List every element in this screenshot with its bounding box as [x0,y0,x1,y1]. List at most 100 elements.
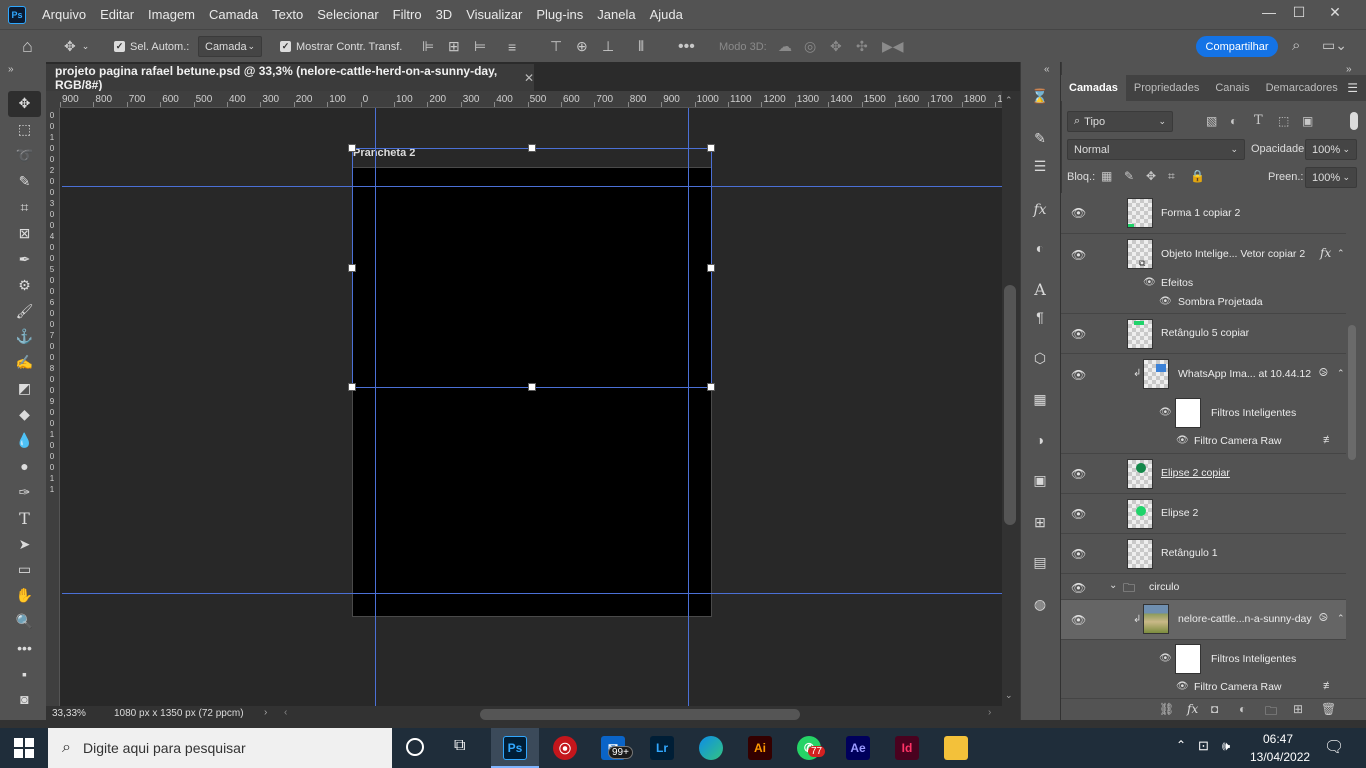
navigator-icon[interactable]: ⊞ [1030,512,1050,532]
smart-object-link-icon[interactable]: ⧁ [1319,612,1328,625]
menu-selecionar[interactable]: Selecionar [310,0,385,29]
eye-icon[interactable]: 👁 [1159,407,1172,418]
document-tab[interactable]: projeto pagina rafael betune.psd @ 33,3%… [46,64,534,92]
menu-filtro[interactable]: Filtro [386,0,429,29]
transform-handle[interactable] [707,144,715,152]
more-options-icon[interactable]: ••• [678,30,695,63]
dodge-tool-icon[interactable]: ● [8,453,41,479]
fill-field[interactable]: 100% ⌄ [1305,167,1357,188]
eye-icon[interactable]: 👁 [1071,368,1086,382]
home-icon[interactable]: ⌂ [22,30,33,63]
tab-demarcadores[interactable]: Demarcadores [1258,75,1346,101]
layer-group-row[interactable]: 👁 ⌄ 🗀 circulo [1061,574,1346,600]
menu-arquivo[interactable]: Arquivo [35,0,93,29]
filter-adjustment-icon[interactable]: ◐ [1230,114,1237,128]
eye-icon[interactable]: 👁 [1071,467,1086,481]
zoom-tool-icon[interactable]: 🔍 [8,609,41,635]
lock-position-icon[interactable]: ✥ [1146,169,1156,183]
3d-scale-icon[interactable]: ▶◀ [882,30,904,63]
layer-row[interactable]: 👁 Forma 1 copiar 2 [1061,193,1346,234]
collapse-arrows-icon[interactable]: » [1346,64,1352,75]
stamp-tool-icon[interactable]: ⚓ [8,324,41,350]
filter-shape-icon[interactable]: ⬚ [1278,114,1289,128]
character-icon[interactable]: A [1030,279,1050,299]
libraries-icon[interactable]: ▣ [1030,470,1050,490]
camera-raw-filter[interactable]: Filtro Camera Raw [1194,681,1282,693]
panel-menu-icon[interactable]: ☰ [1347,81,1358,95]
layer-row-selected[interactable]: 👁 ↲ nelore-cattle...n-a-sunny-day ⧁ ⌃ [1061,600,1346,640]
delete-layer-icon[interactable]: 🗑 [1321,702,1336,716]
windows-start-icon[interactable] [14,738,34,758]
eye-icon[interactable]: 👁 [1071,206,1086,220]
color-icon[interactable]: ◑ [1030,430,1050,450]
align-left-icon[interactable]: ⊫ [422,30,434,63]
layer-effects-icon[interactable]: fx [1320,246,1331,260]
transform-handle[interactable] [348,264,356,272]
scroll-right-icon[interactable]: › [988,707,991,718]
taskbar-app-icon[interactable]: ⦿ [553,736,577,760]
transform-handle[interactable] [707,383,715,391]
frame-tool-icon[interactable]: ⊠ [8,220,41,246]
more-tools-icon[interactable]: ••• [8,635,41,661]
taskbar-file-explorer[interactable] [944,736,968,760]
layer-name[interactable]: Objeto Intelige... Vetor copiar 2 [1161,248,1305,260]
eye-icon[interactable]: 👁 [1071,248,1086,262]
layer-name[interactable]: nelore-cattle...n-a-sunny-day [1178,613,1312,625]
eye-icon[interactable]: 👁 [1176,435,1189,446]
layer-row[interactable]: 👁 Retângulo 1 [1061,534,1346,574]
add-style-icon[interactable]: fx [1187,702,1198,716]
workspace-icon[interactable]: ▭⌄ [1322,37,1347,54]
lock-all-icon[interactable]: 🔒 [1190,169,1205,183]
brush-tool-icon[interactable]: 🖌 [8,298,41,324]
lock-pixels-icon[interactable]: ✎ [1124,169,1134,183]
taskbar-search[interactable]: ⌕ Digite aqui para pesquisar [48,728,392,768]
guide-horizontal[interactable] [62,186,1002,187]
auto-select-dropdown[interactable]: Camada ⌄ [198,36,262,57]
tray-chevron-up-icon[interactable]: ⌃ [1176,738,1186,752]
menu-imagem[interactable]: Imagem [141,0,202,29]
effect-drop-shadow[interactable]: Sombra Projetada [1178,296,1263,308]
menu-plugins[interactable]: Plug-ins [529,0,590,29]
notifications-icon[interactable]: 🗨 [1324,737,1344,757]
chevron-up-icon[interactable]: ⌃ [1337,248,1345,259]
transform-handle[interactable] [707,264,715,272]
layer-name[interactable]: Retângulo 1 [1161,547,1218,559]
menu-janela[interactable]: Janela [590,0,642,29]
minimize-button[interactable]: — [1252,0,1286,24]
volume-icon[interactable]: 🕪 [1222,738,1230,754]
task-view-icon[interactable]: ⧉ [454,737,465,755]
distribute-icon[interactable]: ≡ [508,30,516,63]
horizontal-scroll-thumb[interactable] [480,709,800,720]
table-icon[interactable]: ▦ [1030,389,1050,409]
styles-icon[interactable]: fx [1030,200,1050,220]
camera-raw-filter[interactable]: Filtro Camera Raw [1194,435,1282,447]
layer-name[interactable]: Forma 1 copiar 2 [1161,207,1240,219]
transform-handle[interactable] [348,383,356,391]
rectangle-tool-icon[interactable]: ▭ [8,557,41,583]
brush-settings-icon[interactable]: ✎ [1030,128,1050,148]
bucket-tool-icon[interactable]: ◆ [8,402,41,428]
blur-tool-icon[interactable]: 💧 [8,428,41,454]
taskbar-edge[interactable] [699,736,723,760]
artboard[interactable] [352,167,712,617]
type-tool-icon[interactable]: T [8,505,41,531]
taskbar-indesign[interactable]: Id [895,736,919,760]
patterns-icon[interactable]: ◍ [1030,594,1050,614]
align-top-icon[interactable]: ⊤ [550,30,562,63]
menu-camada[interactable]: Camada [202,0,265,29]
eraser-tool-icon[interactable]: ◩ [8,376,41,402]
smart-filters-row[interactable]: 👁 Filtros Inteligentes 👁 Filtro Camera R… [1061,640,1346,698]
collapse-arrows-icon[interactable]: « [1044,64,1050,75]
hand-tool-icon[interactable]: ✋ [8,583,41,609]
cortana-icon[interactable] [406,738,424,756]
color-swatch-icon[interactable]: ▪ [8,661,41,687]
guide-vertical[interactable] [688,108,689,706]
path-select-tool-icon[interactable]: ➤ [8,531,41,557]
eye-icon[interactable]: 👁 [1071,581,1086,595]
guide-vertical[interactable] [375,108,376,706]
close-window-button[interactable]: ✕ [1318,0,1352,24]
lasso-tool-icon[interactable]: ➰ [8,143,41,169]
taskbar-lightroom[interactable]: Lr [650,736,674,760]
smart-filters-label[interactable]: Filtros Inteligentes [1211,653,1296,665]
vertical-scroll-thumb[interactable] [1004,285,1016,525]
